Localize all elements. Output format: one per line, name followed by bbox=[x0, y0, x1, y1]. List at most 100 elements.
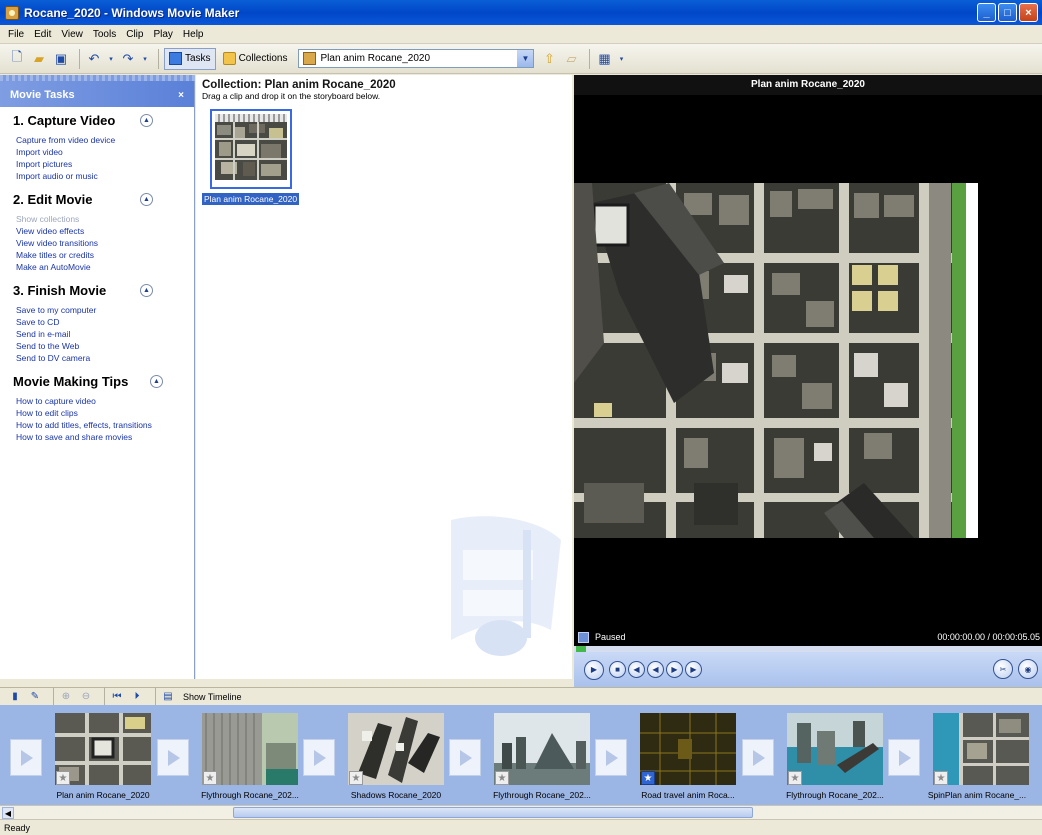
undo-icon[interactable]: ↶ bbox=[85, 50, 103, 68]
collections-button[interactable]: Collections bbox=[219, 48, 292, 70]
collection-clip-label[interactable]: Plan anim Rocane_2020 bbox=[202, 193, 300, 205]
menu-file[interactable]: File bbox=[8, 29, 24, 40]
chevron-up-icon[interactable]: ▲ bbox=[150, 375, 163, 388]
collection-select[interactable]: Plan anim Rocane_2020 ▼ bbox=[298, 49, 535, 68]
transition-slot[interactable] bbox=[303, 739, 335, 776]
task-link[interactable]: How to edit clips bbox=[13, 407, 184, 419]
maximize-button[interactable]: □ bbox=[998, 3, 1017, 22]
chevron-up-icon[interactable]: ▲ bbox=[140, 114, 153, 127]
section-title[interactable]: 2. Edit Movie ▲ bbox=[13, 192, 153, 207]
menu-play[interactable]: Play bbox=[153, 29, 172, 40]
menu-clip[interactable]: Clip bbox=[126, 29, 143, 40]
playback-controls: ▶ ■ ◀ ◀ ▶ ▶ ✂ ◉ bbox=[574, 652, 1042, 687]
transition-slot[interactable] bbox=[742, 739, 774, 776]
up-folder-icon[interactable]: ⇧ bbox=[540, 50, 558, 68]
transition-slot[interactable] bbox=[449, 739, 481, 776]
star-icon: ★ bbox=[641, 771, 655, 785]
task-link[interactable]: View video transitions bbox=[13, 237, 184, 249]
task-link[interactable]: How to capture video bbox=[13, 395, 184, 407]
close-button[interactable]: × bbox=[1019, 3, 1038, 22]
rewind-storyboard-icon[interactable]: ⏮ bbox=[110, 690, 124, 704]
transition-slot[interactable] bbox=[595, 739, 627, 776]
views-dropdown-icon[interactable]: ▾ bbox=[617, 50, 625, 68]
previous-frame-button[interactable]: ◀ bbox=[628, 661, 645, 678]
play-storyboard-icon[interactable]: ⏵ bbox=[130, 690, 144, 704]
task-link[interactable]: Save to CD bbox=[13, 316, 184, 328]
close-pane-icon[interactable]: × bbox=[178, 90, 184, 101]
section-title[interactable]: 3. Finish Movie ▲ bbox=[13, 283, 153, 298]
transition-slot[interactable] bbox=[888, 739, 920, 776]
section-title[interactable]: Movie Making Tips ▲ bbox=[13, 374, 163, 389]
scrollbar-thumb[interactable] bbox=[233, 807, 753, 818]
task-link[interactable]: Import pictures bbox=[13, 158, 184, 170]
menu-view[interactable]: View bbox=[61, 29, 83, 40]
transition-slot[interactable] bbox=[157, 739, 189, 776]
section-title-label: Movie Making Tips bbox=[13, 374, 129, 389]
menu-edit[interactable]: Edit bbox=[34, 29, 51, 40]
folder-icon bbox=[222, 52, 236, 65]
split-clip-button[interactable]: ✂ bbox=[993, 659, 1013, 679]
collection-select-value: Plan anim Rocane_2020 bbox=[320, 53, 431, 64]
star-icon: ★ bbox=[934, 771, 948, 785]
chevron-up-icon[interactable]: ▲ bbox=[140, 193, 153, 206]
task-link[interactable]: How to add titles, effects, transitions bbox=[13, 419, 184, 431]
redo-dropdown-icon[interactable]: ▾ bbox=[141, 50, 149, 68]
star-icon: ★ bbox=[56, 771, 70, 785]
rewind-button[interactable]: ◀ bbox=[647, 661, 664, 678]
new-project-icon[interactable]: 🗋 bbox=[8, 49, 26, 68]
task-link[interactable]: Send to the Web bbox=[13, 340, 184, 352]
minimize-button[interactable]: _ bbox=[977, 3, 996, 22]
task-link[interactable]: Make an AutoMovie bbox=[13, 261, 184, 273]
task-link[interactable]: How to save and share movies bbox=[13, 431, 184, 443]
task-link[interactable]: Import video bbox=[13, 146, 184, 158]
chevron-down-icon[interactable]: ▼ bbox=[517, 50, 534, 67]
storyboard-clip-label: Plan anim Rocane_2020 bbox=[56, 790, 150, 800]
zoom-in-icon[interactable]: ⊕ bbox=[59, 690, 73, 704]
task-link[interactable]: View video effects bbox=[13, 225, 184, 237]
filmstrip-music-watermark-icon bbox=[451, 516, 561, 656]
scroll-left-icon[interactable]: ◀ bbox=[2, 807, 14, 819]
show-timeline-button[interactable]: Show Timeline bbox=[183, 692, 242, 702]
section-movie-making-tips: Movie Making Tips ▲ How to capture video… bbox=[0, 374, 194, 443]
transition-slot[interactable] bbox=[10, 739, 42, 776]
fast-forward-button[interactable]: ▶ bbox=[666, 661, 683, 678]
redo-icon[interactable]: ↷ bbox=[119, 50, 137, 68]
section-title[interactable]: 1. Capture Video ▲ bbox=[13, 113, 153, 128]
clip-thumbnail bbox=[215, 122, 287, 180]
task-link[interactable]: Capture from video device bbox=[13, 134, 184, 146]
storyboard-toolbar: ▮ ✎ ⊕ ⊖ ⏮ ⏵ ▤ Show Timeline bbox=[0, 686, 1042, 707]
toolbar-separator bbox=[79, 48, 80, 69]
preview-video-frame[interactable] bbox=[574, 183, 978, 538]
save-project-icon[interactable]: ▣ bbox=[52, 50, 70, 68]
star-icon: ★ bbox=[349, 771, 363, 785]
stop-button[interactable]: ■ bbox=[609, 661, 626, 678]
open-project-icon[interactable]: ▰ bbox=[30, 50, 48, 68]
playback-state: Paused bbox=[595, 632, 626, 642]
new-folder-icon[interactable]: ▱ bbox=[562, 50, 580, 68]
menu-tools[interactable]: Tools bbox=[93, 29, 116, 40]
zoom-out-icon[interactable]: ⊖ bbox=[79, 690, 93, 704]
chevron-up-icon[interactable]: ▲ bbox=[140, 284, 153, 297]
next-frame-button[interactable]: ▶ bbox=[685, 661, 702, 678]
collection-clip[interactable] bbox=[210, 109, 292, 189]
task-link[interactable]: Save to my computer bbox=[13, 304, 184, 316]
set-audio-levels-icon[interactable]: ▮ bbox=[8, 690, 22, 704]
task-link[interactable]: Send in e-mail bbox=[13, 328, 184, 340]
task-link[interactable]: Send to DV camera bbox=[13, 352, 184, 364]
playback-time: 00:00:00.00 / 00:00:05.05 bbox=[937, 632, 1040, 642]
storyboard-scrollbar[interactable]: ◀ bbox=[0, 805, 1042, 819]
task-link[interactable]: Make titles or credits bbox=[13, 249, 184, 261]
tasks-button[interactable]: Tasks bbox=[164, 47, 216, 70]
undo-dropdown-icon[interactable]: ▾ bbox=[107, 50, 115, 68]
menu-help[interactable]: Help bbox=[183, 29, 204, 40]
task-link[interactable]: Import audio or music bbox=[13, 170, 184, 182]
take-picture-button[interactable]: ◉ bbox=[1018, 659, 1038, 679]
timeline-icon[interactable]: ▤ bbox=[161, 690, 175, 704]
storyboard-clip-label: Shadows Rocane_2020 bbox=[350, 790, 442, 800]
narrate-icon[interactable]: ✎ bbox=[28, 690, 42, 704]
storyboard-clip-label: Road travel anim Roca... bbox=[641, 790, 735, 800]
views-icon[interactable]: ▦ bbox=[595, 50, 613, 68]
collection-title: Collection: Plan anim Rocane_2020 bbox=[202, 79, 396, 91]
toolbar-separator bbox=[155, 686, 156, 707]
play-button[interactable]: ▶ bbox=[584, 659, 604, 680]
